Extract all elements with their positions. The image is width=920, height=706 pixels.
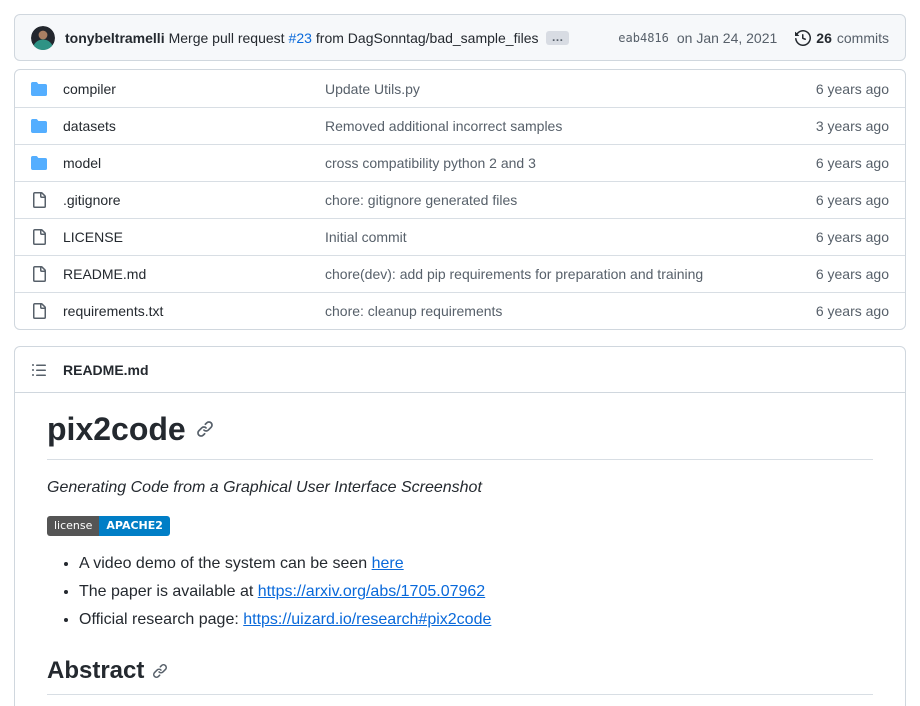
bullet-link[interactable]: https://uizard.io/research#pix2code [243,611,491,628]
file-commit-message-link[interactable]: chore: gitignore generated files [325,192,763,208]
file-age-link[interactable]: 6 years ago [779,303,889,319]
readme-h2: Abstract [47,656,873,695]
bullet-link[interactable]: https://arxiv.org/abs/1705.07962 [258,583,485,600]
file-commit-message-link[interactable]: Removed additional incorrect samples [325,118,763,134]
commit-message-prefix: Merge pull request [169,30,285,46]
file-name-link[interactable]: README.md [63,266,309,282]
link-icon[interactable] [196,420,214,438]
commit-message-link[interactable]: Merge pull request [169,30,285,46]
readme-panel: README.md pix2code Generating Code from … [14,346,906,706]
file-name-link[interactable]: requirements.txt [63,303,309,319]
commit-author-link[interactable]: tonybeltramelli [65,30,165,46]
file-icon [31,266,47,282]
folder-icon [31,81,47,97]
link-icon[interactable] [152,663,168,679]
commits-label: commits [837,30,889,46]
file-age-link[interactable]: 6 years ago [779,81,889,97]
table-row: README.md chore(dev): add pip requiremen… [15,255,905,292]
table-row: requirements.txt chore: cleanup requirem… [15,292,905,329]
file-icon [31,303,47,319]
readme-bullet-list: A video demo of the system can be seen h… [47,552,873,632]
commit-message-expand-button[interactable]: … [546,31,569,45]
file-name-link[interactable]: datasets [63,118,309,134]
list-item: Official research page: https://uizard.i… [79,608,873,632]
table-row: model cross compatibility python 2 and 3… [15,144,905,181]
file-age-link[interactable]: 6 years ago [779,266,889,282]
file-age-link[interactable]: 6 years ago [779,192,889,208]
readme-file-tab: README.md [63,362,149,378]
file-name-link[interactable]: model [63,155,309,171]
file-commit-message-link[interactable]: cross compatibility python 2 and 3 [325,155,763,171]
badge-label: license [47,516,99,536]
commit-hash-link[interactable]: eab4816 [618,31,669,45]
repo-page: tonybeltramelli Merge pull request #23 f… [0,0,920,706]
commits-count: 26 [816,30,832,46]
bullet-text: A video demo of the system can be seen [79,555,372,572]
history-icon [795,30,811,46]
readme-h1: pix2code [47,409,873,460]
file-age-link[interactable]: 6 years ago [779,229,889,245]
readme-subtitle: Generating Code from a Graphical User In… [47,476,873,500]
avatar[interactable] [31,26,55,50]
readme-h2-text: Abstract [47,656,144,686]
file-commit-message-link[interactable]: chore: cleanup requirements [325,303,763,319]
file-commit-message-link[interactable]: Update Utils.py [325,81,763,97]
list-unordered-icon [31,362,47,378]
commit-history-link[interactable]: 26 commits [795,30,889,46]
commit-message-suffix: from DagSonntag/bad_sample_files [316,30,539,46]
file-name-link[interactable]: .gitignore [63,192,309,208]
file-age-link[interactable]: 3 years ago [779,118,889,134]
folder-icon [31,155,47,171]
file-commit-message-link[interactable]: chore(dev): add pip requirements for pre… [325,266,763,282]
commit-meta: eab4816 on Jan 24, 2021 26 commits [618,30,889,46]
readme-header: README.md [15,347,905,393]
bullet-link[interactable]: here [372,555,404,572]
outline-button[interactable] [31,362,47,378]
table-row: LICENSE Initial commit 6 years ago [15,218,905,255]
avatar-image [31,26,55,50]
bullet-text: Official research page: [79,611,243,628]
table-row: .gitignore chore: gitignore generated fi… [15,181,905,218]
commit-message: tonybeltramelli Merge pull request #23 f… [65,30,569,46]
folder-icon [31,118,47,134]
file-icon [31,192,47,208]
pr-number-link[interactable]: #23 [289,30,312,46]
license-badge[interactable]: license APACHE2 [47,516,170,536]
commit-date: on Jan 24, 2021 [677,30,777,46]
readme-h1-text: pix2code [47,409,186,449]
table-row: compiler Update Utils.py 6 years ago [15,70,905,107]
file-commit-message-link[interactable]: Initial commit [325,229,763,245]
bullet-text: The paper is available at [79,583,258,600]
list-item: A video demo of the system can be seen h… [79,552,873,576]
file-icon [31,229,47,245]
readme-content: pix2code Generating Code from a Graphica… [15,393,905,706]
latest-commit-bar: tonybeltramelli Merge pull request #23 f… [14,14,906,61]
table-row: datasets Removed additional incorrect sa… [15,107,905,144]
file-age-link[interactable]: 6 years ago [779,155,889,171]
badge-value: APACHE2 [99,516,170,536]
list-item: The paper is available at https://arxiv.… [79,580,873,604]
file-name-link[interactable]: LICENSE [63,229,309,245]
file-table: compiler Update Utils.py 6 years ago dat… [14,69,906,330]
file-name-link[interactable]: compiler [63,81,309,97]
